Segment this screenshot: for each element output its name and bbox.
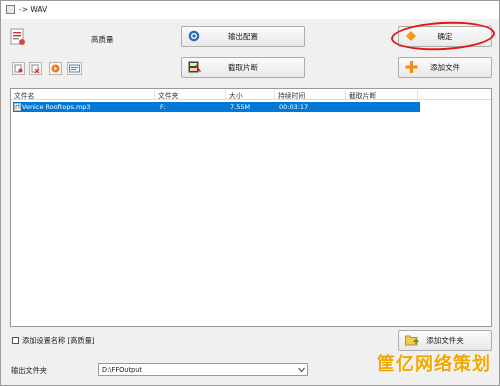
column-header-folder[interactable]: 文件夹: [155, 90, 226, 100]
output-config-label: 输出配置: [228, 32, 258, 41]
plus-icon: [405, 60, 418, 75]
file-list[interactable]: 文件名 文件夹 大小 持续时间 截取片断 Venice Rooftops.mp3…: [10, 88, 492, 327]
folder-cell: F:: [160, 103, 166, 111]
table-row[interactable]: Venice Rooftops.mp3 F: 7.55M 00:03:17: [13, 102, 420, 112]
quality-settings-icon[interactable]: [10, 28, 26, 46]
title-bar: -> WAV: [1, 1, 499, 19]
add-item-icon[interactable]: [12, 62, 25, 75]
delete-icon[interactable]: [29, 62, 42, 75]
column-header-name[interactable]: 文件名: [11, 90, 155, 100]
converter-window: -> WAV 高质量 输出配置 确定 截取片断 添加文件 文件名 文件夹 大小 …: [0, 0, 500, 386]
folder-plus-icon: [405, 334, 419, 348]
quality-label: 高质量: [91, 35, 114, 44]
add-folder-label: 添加文件夹: [426, 336, 464, 345]
play-icon[interactable]: [49, 62, 62, 75]
column-header-clip[interactable]: 截取片断: [346, 90, 418, 100]
watermark: 筐亿网络策划: [377, 354, 491, 375]
clip-button[interactable]: 截取片断: [181, 57, 305, 78]
media-info-icon[interactable]: [67, 62, 82, 75]
column-header-duration[interactable]: 持续时间: [275, 90, 346, 100]
file-list-header: 文件名 文件夹 大小 持续时间 截取片断: [11, 89, 491, 100]
output-config-icon: [188, 30, 200, 44]
ok-button[interactable]: 确定: [398, 26, 492, 47]
add-file-label: 添加文件: [430, 63, 460, 72]
size-cell: 7.55M: [230, 103, 251, 111]
chevron-down-icon[interactable]: [298, 367, 305, 375]
clip-label: 截取片断: [228, 63, 258, 72]
app-icon: [6, 5, 15, 14]
file-name-cell: Venice Rooftops.mp3: [22, 103, 91, 111]
ok-label: 确定: [437, 32, 453, 41]
output-folder-value: D:\FFOutput: [102, 366, 143, 374]
add-setting-name-checkbox[interactable]: [12, 337, 19, 344]
duration-cell: 00:03:17: [279, 103, 309, 111]
audio-file-icon: [13, 102, 22, 113]
film-clip-icon: [188, 61, 202, 75]
ok-icon: [405, 30, 417, 44]
column-header-size[interactable]: 大小: [226, 90, 275, 100]
add-setting-name-label[interactable]: 添加设置名称 [高质量]: [22, 336, 95, 346]
output-folder-label: 输出文件夹: [11, 366, 47, 375]
output-config-button[interactable]: 输出配置: [181, 26, 305, 47]
add-folder-button[interactable]: 添加文件夹: [398, 330, 492, 351]
add-file-button[interactable]: 添加文件: [398, 57, 492, 78]
output-folder-select[interactable]: D:\FFOutput: [98, 363, 308, 376]
window-title: -> WAV: [19, 5, 48, 14]
